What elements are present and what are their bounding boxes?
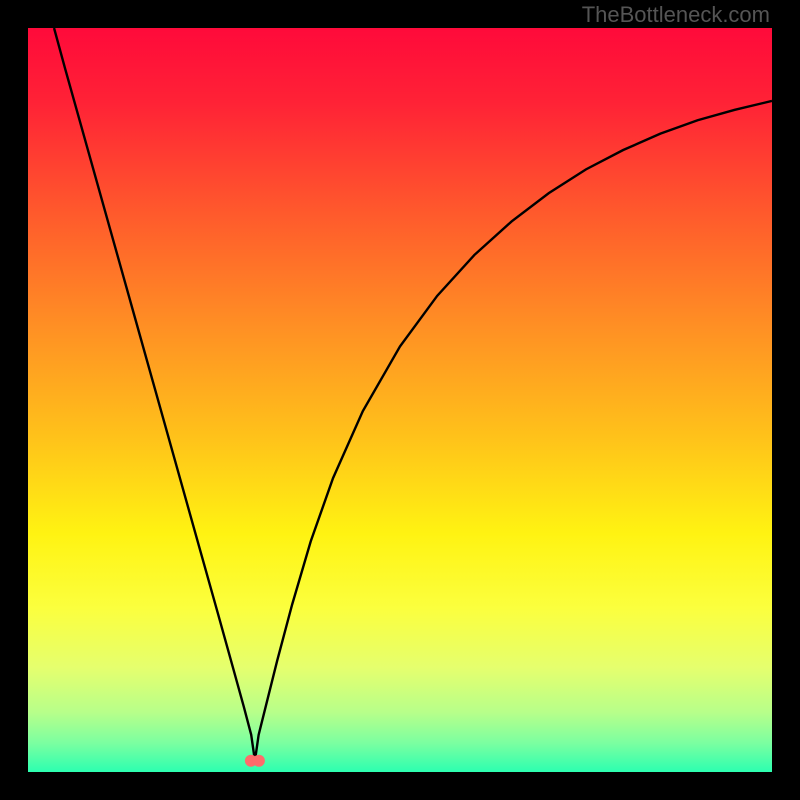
bottleneck-chart: [28, 28, 772, 772]
gradient-background: [28, 28, 772, 772]
attribution-text: TheBottleneck.com: [582, 2, 770, 28]
minimum-marker: [245, 755, 265, 767]
